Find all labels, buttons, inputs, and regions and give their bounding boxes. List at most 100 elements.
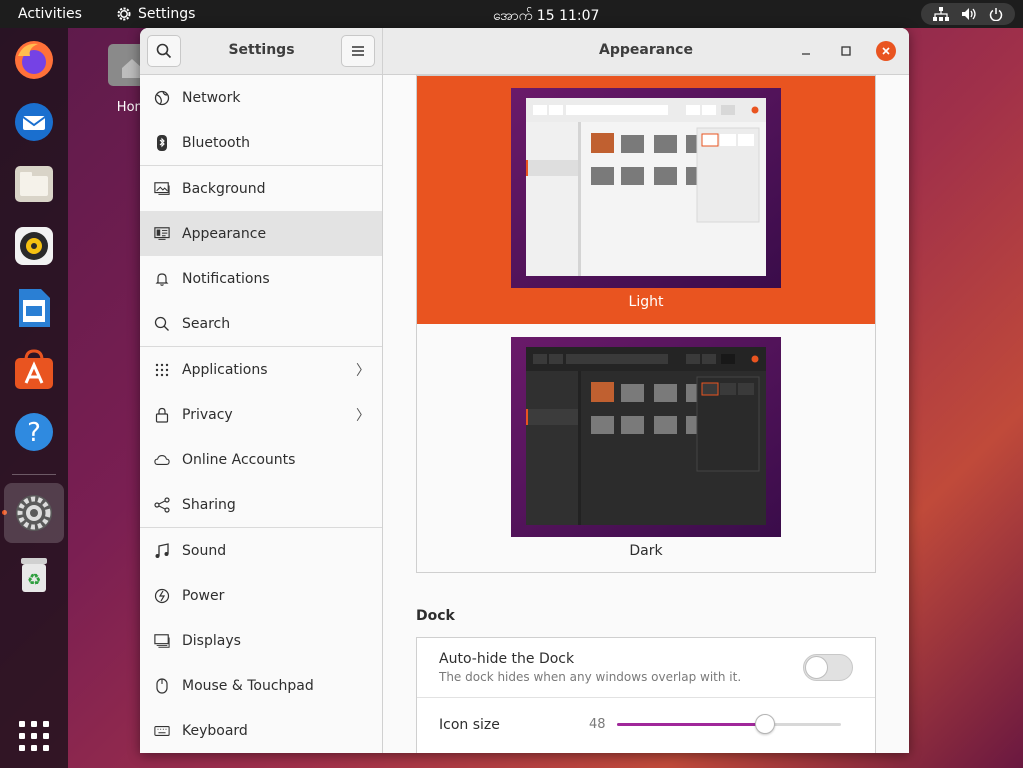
maximize-button[interactable] (836, 41, 856, 61)
maximize-icon (841, 46, 851, 56)
sidebar-item-keyboard[interactable]: Keyboard (140, 708, 382, 753)
theme-label-dark: Dark (629, 543, 663, 559)
sidebar-item-label: Notifications (182, 270, 270, 287)
svg-text:?: ? (27, 418, 41, 448)
toggle-knob (805, 656, 828, 679)
icon-size-slider[interactable] (617, 714, 841, 734)
dock-section-heading: Dock (416, 608, 455, 624)
mouse-icon (154, 677, 170, 694)
lock-icon (154, 407, 170, 423)
sidebar-item-label: Power (182, 587, 225, 604)
sidebar-item-applications[interactable]: Applications 〉 (140, 347, 382, 392)
header-bar: Settings Appearance (140, 28, 909, 75)
panel-title: Appearance (599, 42, 693, 58)
sidebar-item-label: Applications (182, 361, 268, 378)
sidebar-item-search[interactable]: Search (140, 301, 382, 346)
app-menu[interactable]: Settings (116, 6, 195, 22)
settings-icon[interactable] (4, 483, 64, 543)
sidebar-item-network[interactable]: Network (140, 75, 382, 120)
dock: ? ♻ (0, 28, 68, 768)
bluetooth-icon (154, 134, 170, 151)
globe-icon (154, 90, 170, 106)
sidebar-item-label: Search (182, 315, 231, 332)
sidebar-item-online-accounts[interactable]: Online Accounts (140, 437, 382, 482)
minimize-button[interactable] (796, 41, 816, 61)
sidebar-item-privacy[interactable]: Privacy 〉 (140, 392, 382, 437)
clock[interactable]: အောက် 15 11:07 (493, 6, 599, 27)
sidebar-item-notifications[interactable]: Notifications (140, 256, 382, 301)
software-center-icon[interactable] (8, 344, 60, 396)
chevron-right-icon: 〉 (356, 362, 370, 379)
close-button[interactable] (876, 41, 896, 61)
files-icon[interactable] (8, 158, 60, 210)
autohide-title: Auto-hide the Dock (439, 651, 575, 667)
apps-grid-icon (154, 362, 170, 378)
app-menu-label: Settings (138, 6, 196, 22)
minimize-icon (802, 53, 810, 55)
svg-text:♻: ♻ (27, 570, 41, 589)
sidebar-item-label: Keyboard (182, 722, 248, 739)
sidebar-item-label: Network (182, 89, 241, 106)
sidebar-item-label: Background (182, 180, 266, 197)
sidebar-item-background[interactable]: Background (140, 166, 382, 211)
sidebar-item-appearance[interactable]: Appearance (140, 211, 382, 256)
network-icon (933, 7, 949, 21)
sidebar-item-bluetooth[interactable]: Bluetooth (140, 120, 382, 165)
main-menu-button[interactable] (341, 35, 375, 67)
display-icon (154, 633, 170, 649)
bell-icon (154, 271, 170, 287)
dock-settings-list: Auto-hide the Dock The dock hides when a… (416, 637, 876, 753)
hamburger-icon (352, 46, 364, 56)
sidebar-item-label: Privacy (182, 406, 233, 423)
search-icon (154, 316, 170, 332)
volume-icon (962, 8, 976, 20)
sidebar-item-label: Bluetooth (182, 134, 250, 151)
top-bar: Activities Settings အောက် 15 11:07 (0, 0, 1023, 28)
power-icon (154, 588, 170, 604)
trash-icon[interactable]: ♻ (8, 548, 60, 600)
sidebar-item-label: Online Accounts (182, 451, 296, 468)
music-note-icon (154, 542, 170, 559)
show-apps-icon[interactable] (8, 710, 60, 762)
dock-separator (12, 474, 56, 475)
sidebar-item-mouse-touchpad[interactable]: Mouse & Touchpad (140, 663, 382, 708)
appearance-panel: Light Dark Dock Auto-hide the Dock The d… (384, 75, 909, 753)
light-theme-preview[interactable] (511, 88, 781, 288)
cloud-icon (154, 452, 170, 468)
background-icon (154, 181, 170, 197)
sidebar-item-label: Appearance (182, 225, 267, 242)
appearance-icon (154, 226, 170, 242)
chevron-right-icon: 〉 (356, 407, 370, 424)
autohide-subtitle: The dock hides when any windows overlap … (439, 670, 742, 684)
sidebar-item-sharing[interactable]: Sharing (140, 482, 382, 527)
row-separator (417, 697, 875, 698)
firefox-icon[interactable] (8, 34, 60, 86)
sidebar-item-label: Displays (182, 632, 241, 649)
icon-size-value: 48 (589, 717, 606, 732)
slider-fill (617, 723, 765, 726)
sidebar-item-label: Mouse & Touchpad (182, 677, 314, 694)
dark-theme-preview[interactable] (511, 337, 781, 537)
close-icon (882, 47, 890, 55)
sidebar-item-displays[interactable]: Displays (140, 618, 382, 663)
sidebar-item-label: Sharing (182, 496, 236, 513)
power-icon (989, 8, 1003, 21)
sidebar-item-power[interactable]: Power (140, 573, 382, 618)
rhythmbox-icon[interactable] (8, 220, 60, 272)
keyboard-icon (154, 723, 170, 739)
theme-selector: Light Dark (416, 75, 876, 573)
system-tray[interactable] (921, 3, 1015, 25)
slider-handle[interactable] (754, 714, 775, 734)
sidebar-item-sound[interactable]: Sound (140, 528, 382, 573)
icon-size-title: Icon size (439, 717, 500, 733)
sidebar-header: Settings (140, 28, 383, 75)
settings-sidebar: Network Bluetooth Background Appearance … (140, 75, 383, 753)
gear-icon (117, 7, 131, 21)
thunderbird-icon[interactable] (8, 96, 60, 148)
settings-window: Settings Appearance Network Bluetooth Ba… (140, 28, 909, 753)
activities-button[interactable]: Activities (18, 6, 82, 22)
help-icon[interactable]: ? (8, 406, 60, 458)
autohide-toggle[interactable] (803, 654, 853, 681)
share-icon (154, 496, 170, 513)
libreoffice-writer-icon[interactable] (8, 282, 60, 334)
